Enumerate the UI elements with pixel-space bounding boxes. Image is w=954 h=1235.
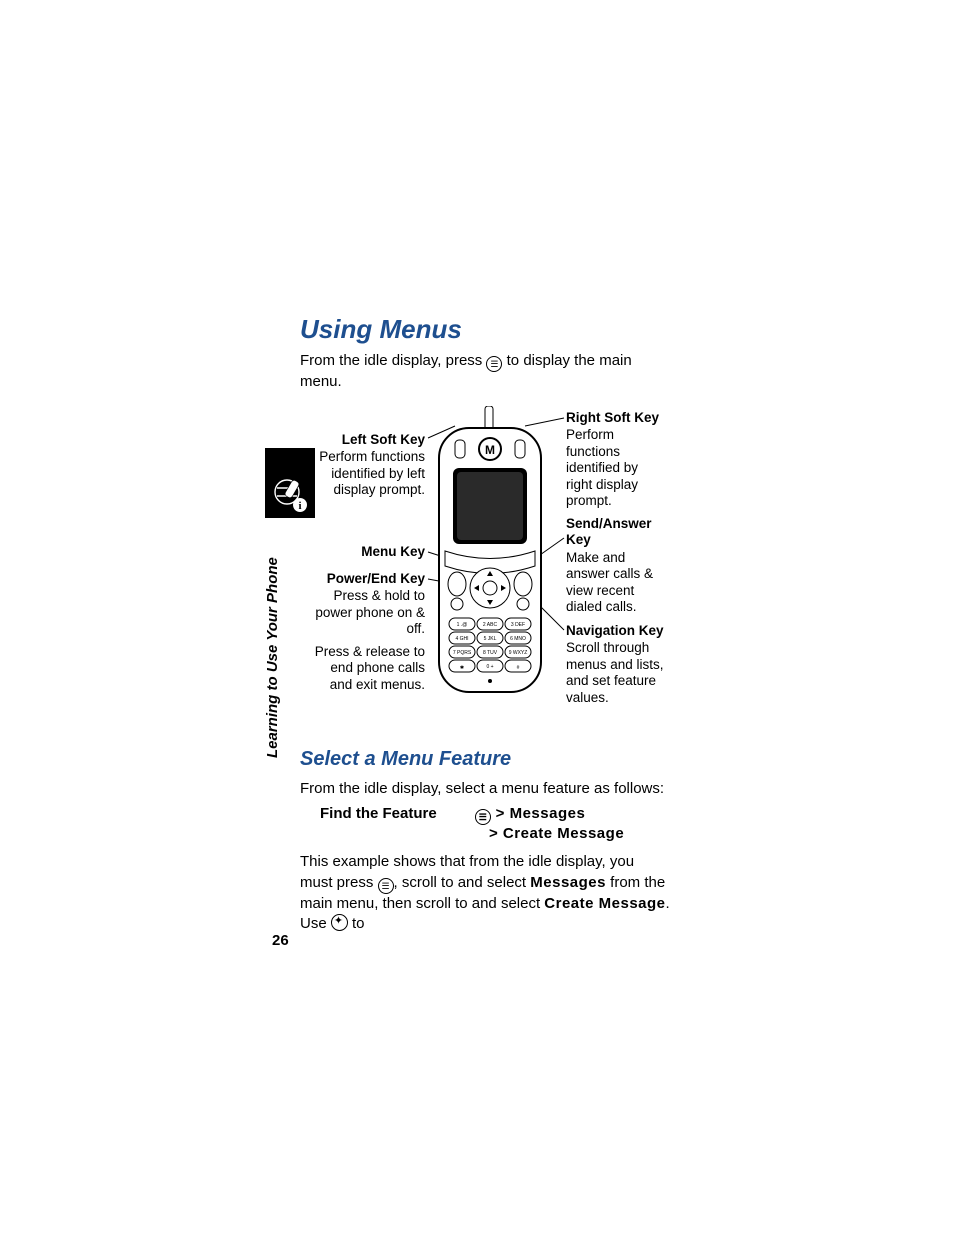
page-number: 26 [272,932,289,949]
section-heading: Using Menus [300,314,670,345]
feature-label: Find the Feature [320,805,475,842]
feature-steps: ☰ > Messages > Create Message [475,805,624,842]
svg-text:#: # [517,665,520,671]
svg-text:3 DEF: 3 DEF [511,622,525,628]
select-intro-text: From the idle display, select a menu fea… [300,779,670,799]
svg-text:5 JKL: 5 JKL [484,636,497,642]
text-bold: Create Message [544,895,665,912]
phone-illustration: M 1 .@ 2 [435,406,545,696]
feature-step-1: > Messages [496,805,586,822]
svg-text:7 PQRS: 7 PQRS [453,650,472,656]
find-the-feature-block: Find the Feature ☰ > Messages > Create M… [320,805,670,842]
svg-text:4 GHI: 4 GHI [455,636,468,642]
text: , scroll to and select [394,874,531,891]
phone-diagram: Left Soft Key Perform functions identifi… [300,366,670,726]
menu-key-icon: ☰ [378,878,394,894]
svg-text:✱: ✱ [460,665,464,671]
menu-key-icon: ☰ [475,809,491,825]
svg-text:6 MNO: 6 MNO [510,636,526,642]
subsection-heading: Select a Menu Feature [300,748,670,771]
svg-text:8 TUV: 8 TUV [483,650,498,656]
svg-text:2 ABC: 2 ABC [483,622,498,628]
text: to [348,915,365,932]
svg-text:0 +: 0 + [486,664,493,670]
feature-step-2: > Create Message [475,825,624,842]
section-label: Learning to Use Your Phone [264,557,281,758]
svg-text:1 .@: 1 .@ [457,622,468,628]
navigation-key-icon [331,914,348,931]
example-paragraph: This example shows that from the idle di… [300,852,670,934]
svg-text:9 WXYZ: 9 WXYZ [509,650,528,656]
text-bold: Messages [530,874,606,891]
svg-text:M: M [485,443,495,457]
